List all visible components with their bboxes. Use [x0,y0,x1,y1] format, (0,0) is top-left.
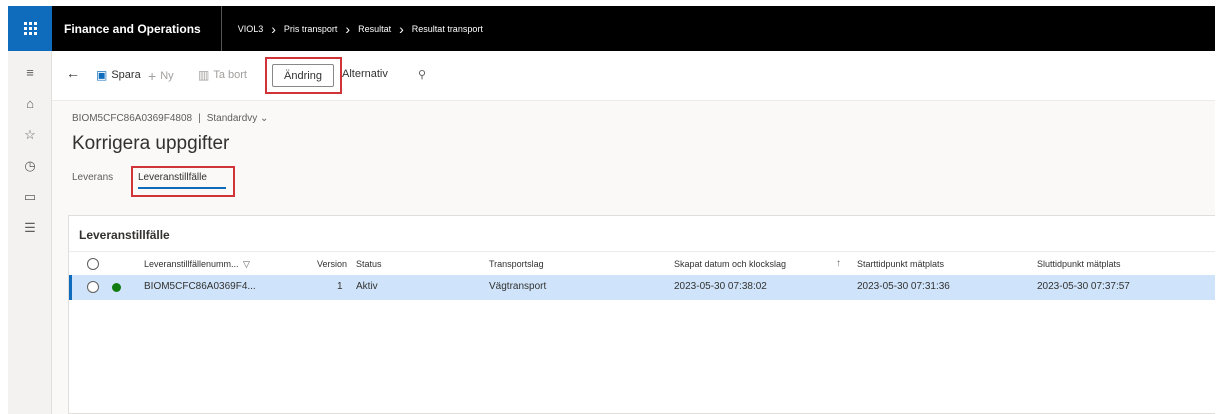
app-launcher-button[interactable] [8,6,52,51]
column-header-version[interactable]: Version [317,252,347,276]
select-all-radio[interactable] [87,258,99,270]
breadcrumb: VIOL3 › Pris transport › Resultat › Resu… [222,22,483,36]
cell-status: Aktiv [356,281,378,292]
chevron-right-icon: › [345,20,351,37]
view-selector[interactable]: Standardvy [207,113,258,124]
back-arrow-icon[interactable]: ← [66,65,80,81]
filter-icon[interactable]: ▽ [241,259,250,269]
star-favorites-icon[interactable]: ☆ [22,127,38,143]
chevron-down-icon[interactable]: ⌄ [257,113,268,124]
delivery-occasion-grid-card: Leveranstillfälle Leveranstillfällenumm.… [68,215,1215,414]
change-button[interactable]: Ändring [272,64,334,87]
sort-ascending-icon[interactable]: ↑ [836,252,841,276]
clock-recent-icon[interactable]: ◷ [22,158,38,174]
record-identifier-line: BIOM5CFC86A0369F4808 | Standardvy ⌄ [72,113,269,124]
plus-icon: + [148,68,157,84]
breadcrumb-item-company[interactable]: VIOL3 [238,24,264,34]
save-button[interactable]: ▣ Spara [96,68,141,82]
column-header-end[interactable]: Sluttidpunkt mätplats [1037,252,1121,276]
hamburger-menu-icon[interactable]: ≡ [22,65,38,81]
trash-icon: ▥ [198,68,210,82]
search-icon[interactable]: ⚲ [418,68,426,81]
chevron-right-icon: › [399,20,404,37]
top-bar: Finance and Operations VIOL3 › Pris tran… [8,6,1215,51]
breadcrumb-item-section[interactable]: Resultat [358,24,391,34]
cell-created: 2023-05-30 07:38:02 [674,281,767,292]
record-id: BIOM5CFC86A0369F4808 [72,113,193,124]
column-header-transport[interactable]: Transportslag [489,252,544,276]
modules-list-icon[interactable]: ☰ [22,220,38,236]
status-indicator-dot [112,283,121,292]
delete-button[interactable]: ▥ Ta bort [198,68,247,82]
breadcrumb-item-page[interactable]: Resultat transport [412,24,483,34]
grid-title: Leveranstillfälle [79,228,170,242]
action-pane: ← ▣ Spara + Ny ▥ Ta bort Ändring Alterna… [52,51,1215,101]
cell-end: 2023-05-30 07:37:57 [1037,281,1130,292]
app-title[interactable]: Finance and Operations [52,6,222,51]
column-header-start[interactable]: Starttidpunkt mätplats [857,252,944,276]
row-select-radio[interactable] [87,281,99,293]
breadcrumb-item-module[interactable]: Pris transport [284,24,338,34]
left-navigation: ≡ ⌂ ☆ ◷ ▭ ☰ [8,51,52,414]
column-header-status[interactable]: Status [356,252,382,276]
page-title: Korrigera uppgifter [72,133,230,154]
cell-transport: Vägtransport [489,281,547,292]
options-button[interactable]: Alternativ [342,68,388,80]
cell-version: 1 [337,281,343,292]
tab-delivery[interactable]: Leverans [72,172,113,183]
new-button[interactable]: + Ny [148,68,174,84]
save-icon: ▣ [96,68,108,82]
workspace-icon[interactable]: ▭ [22,189,38,205]
cell-number[interactable]: BIOM5CFC86A0369F4... [144,275,256,299]
home-icon[interactable]: ⌂ [22,96,38,112]
chevron-right-icon: › [271,20,276,37]
table-row[interactable]: BIOM5CFC86A0369F4... 1 Aktiv Vägtranspor… [69,275,1215,300]
main-content: ← ▣ Spara + Ny ▥ Ta bort Ändring Alterna… [52,51,1215,414]
grid-header: Leveranstillfällenumm... ▽ Version Statu… [69,251,1215,275]
app-window: Finance and Operations VIOL3 › Pris tran… [8,6,1215,414]
column-header-created[interactable]: Skapat datum och klockslag [674,252,786,276]
highlight-box-tab [131,166,235,197]
waffle-icon [23,22,37,35]
cell-start: 2023-05-30 07:31:36 [857,281,950,292]
column-header-number[interactable]: Leveranstillfällenumm... ▽ [144,252,250,276]
